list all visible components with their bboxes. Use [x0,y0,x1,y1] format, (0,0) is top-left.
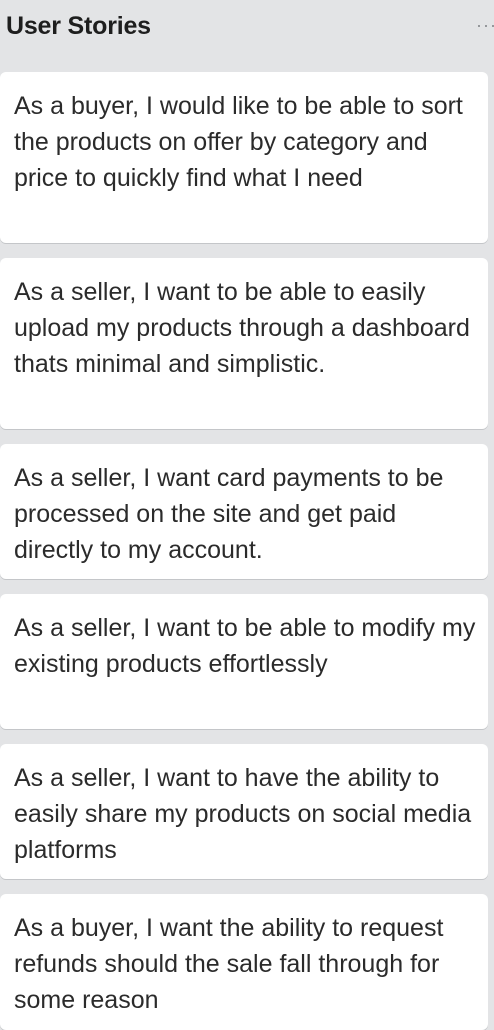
story-card-text: As a buyer, I want the ability to reques… [14,914,444,1014]
story-card[interactable]: As a seller, I want card payments to be … [0,444,488,579]
story-card[interactable]: As a buyer, I would like to be able to s… [0,72,488,243]
story-card[interactable]: As a buyer, I want the ability to reques… [0,894,488,1030]
list-title[interactable]: User Stories [6,12,151,41]
story-card-text: As a seller, I want to have the ability … [14,764,472,864]
story-card-text: As a seller, I want card payments to be … [14,464,444,564]
user-stories-list: User Stories ··· As a buyer, I would lik… [0,0,494,1030]
story-card[interactable]: As a seller, I want to have the ability … [0,744,488,879]
story-card-text: As a seller, I want to be able to easily… [14,278,470,378]
story-card[interactable]: As a seller, I want to be able to easily… [0,258,488,429]
more-icon[interactable]: ··· [476,14,494,36]
story-card-text: As a seller, I want to be able to modify… [14,614,476,678]
story-card-text: As a buyer, I would like to be able to s… [14,92,463,192]
story-card[interactable]: As a seller, I want to be able to modify… [0,594,488,729]
list-header: User Stories ··· [0,0,494,60]
